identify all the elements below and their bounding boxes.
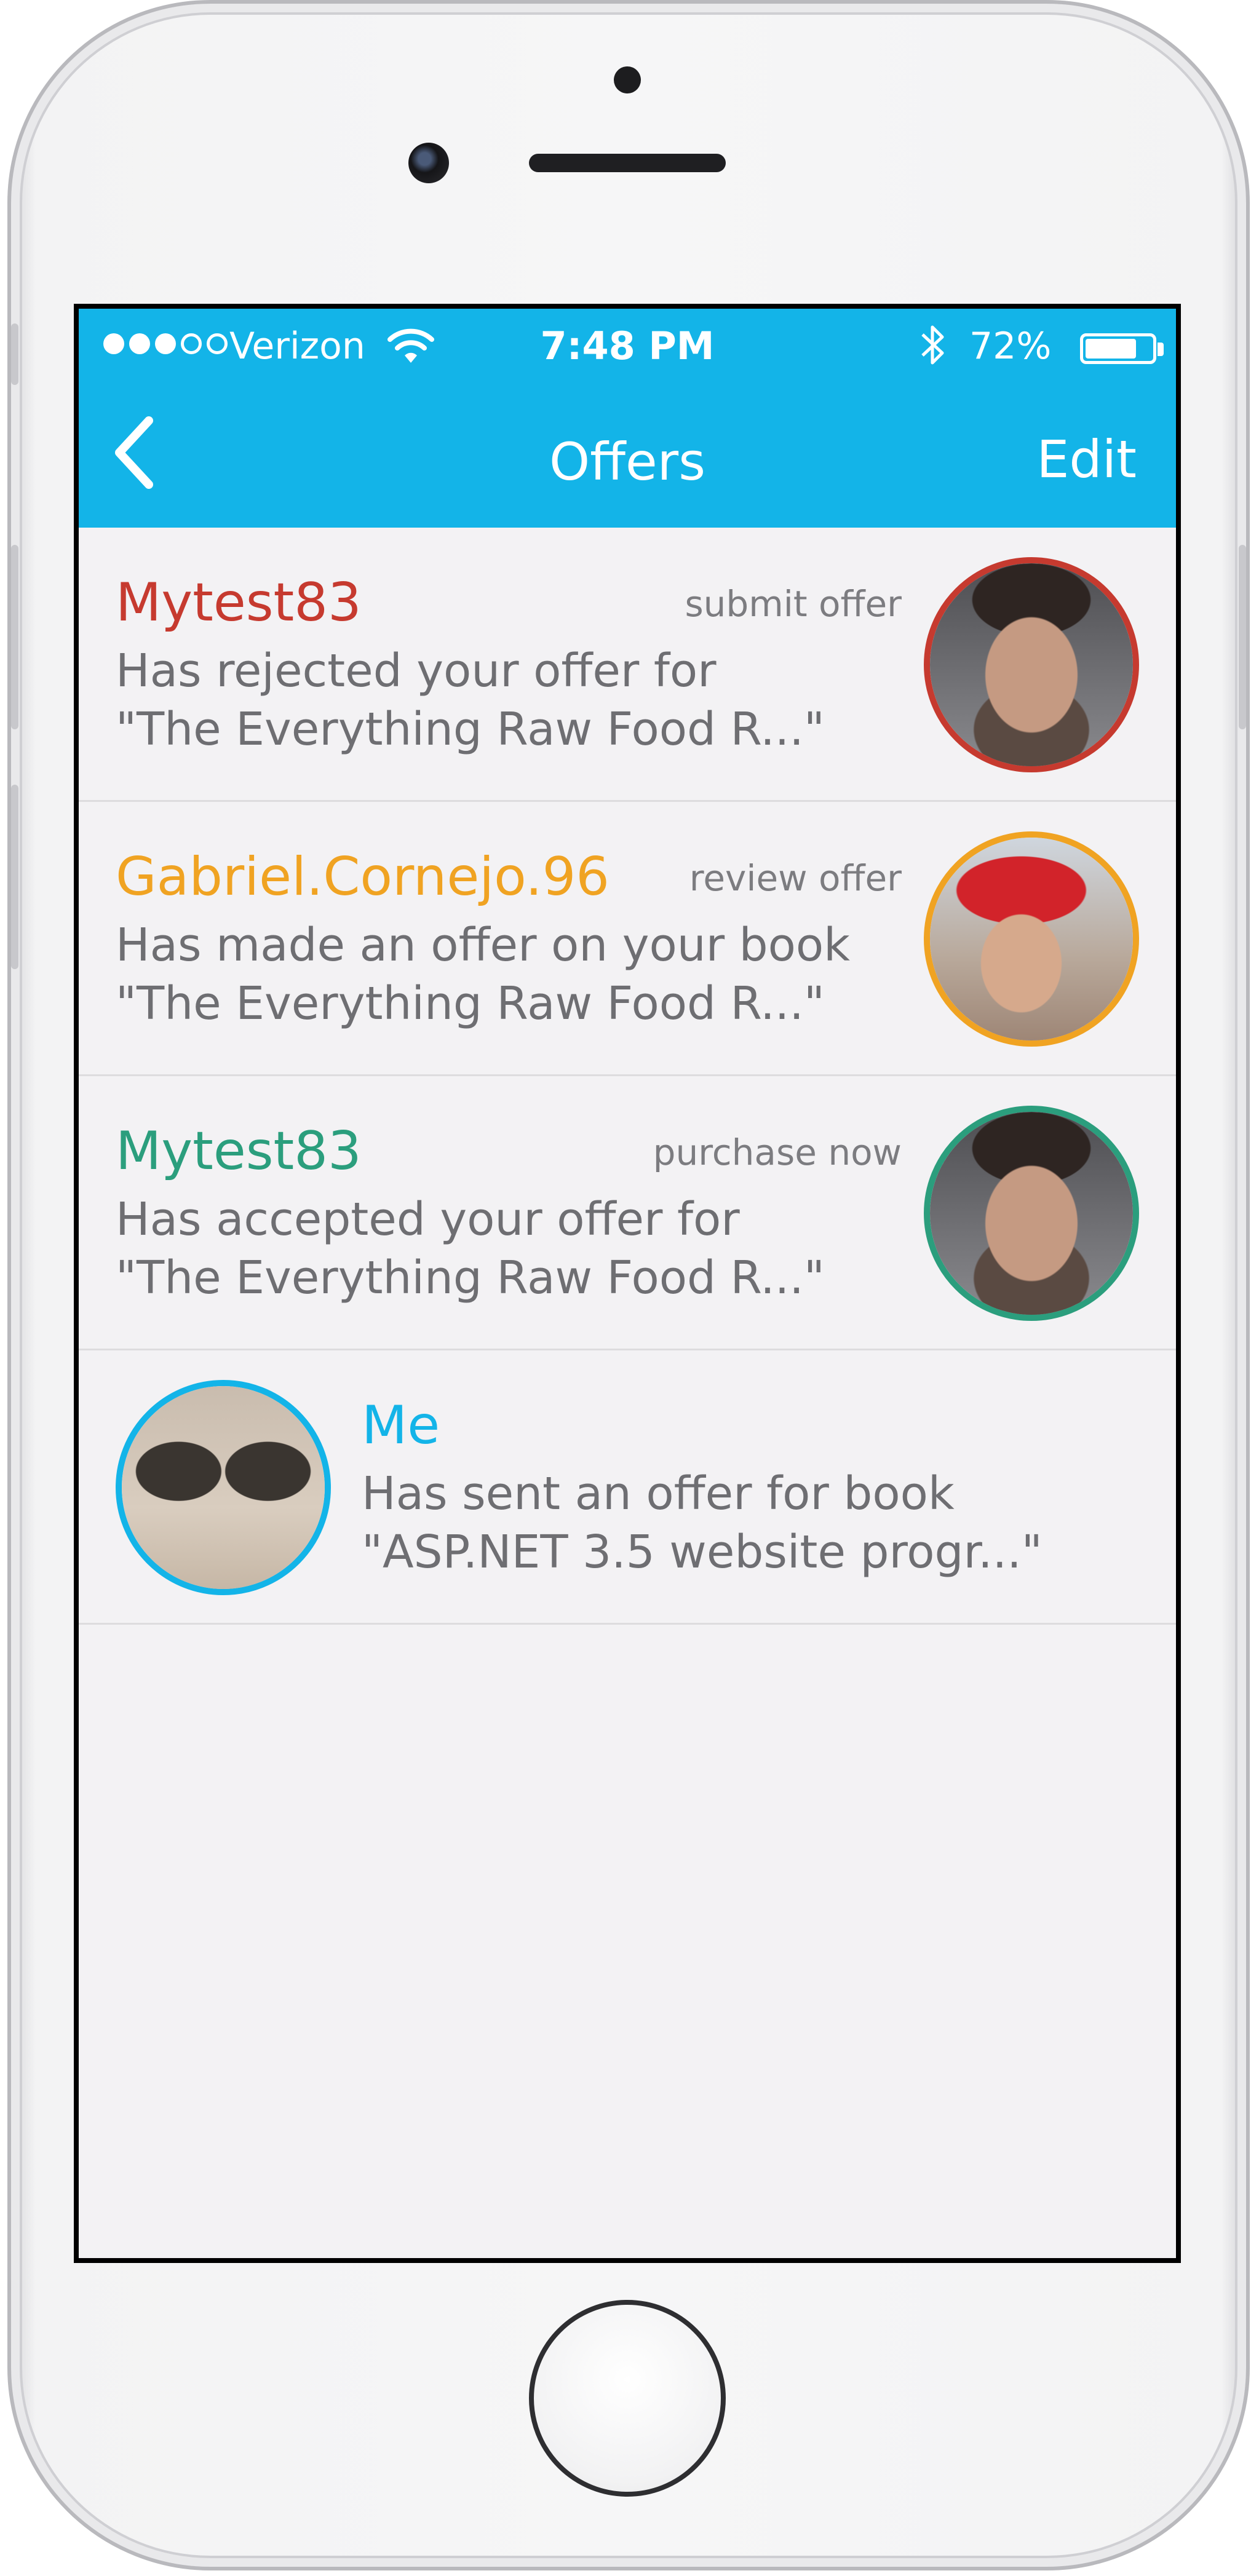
battery-cap bbox=[1158, 343, 1164, 356]
screen-content: Verizon 7:48 PM 72% Offers Edit Mytest83… bbox=[79, 309, 1176, 2258]
offer-message: Has sent an offer for book bbox=[362, 1467, 955, 1520]
user-photo bbox=[930, 1112, 1133, 1315]
offer-row[interactable]: Gabriel.Cornejo.96 review offer Has made… bbox=[79, 802, 1176, 1076]
offers-list: Mytest83 submit offer Has rejected your … bbox=[79, 528, 1176, 1625]
offer-username[interactable]: Mytest83 bbox=[116, 572, 362, 633]
user-photo bbox=[930, 563, 1133, 766]
user-photo bbox=[930, 838, 1133, 1040]
power-button bbox=[1239, 545, 1246, 729]
app-header: Verizon 7:48 PM 72% Offers Edit bbox=[79, 309, 1176, 528]
battery-percentage: 72% bbox=[969, 325, 1052, 368]
offer-row[interactable]: Mytest83 purchase now Has accepted your … bbox=[79, 1076, 1176, 1350]
battery-fill bbox=[1086, 339, 1137, 359]
home-button[interactable] bbox=[529, 2300, 726, 2497]
offer-row[interactable]: Me Has sent an offer for book "ASP.NET 3… bbox=[79, 1350, 1176, 1625]
volume-down-button bbox=[11, 785, 18, 969]
offer-username[interactable]: Mytest83 bbox=[116, 1120, 362, 1182]
battery-icon bbox=[1080, 333, 1156, 364]
submit-offer-button[interactable]: submit offer bbox=[685, 583, 902, 625]
offer-book-title: "ASP.NET 3.5 website progr..." bbox=[362, 1526, 1043, 1579]
edit-button[interactable]: Edit bbox=[1036, 429, 1137, 489]
screen: Verizon 7:48 PM 72% Offers Edit Mytest83… bbox=[74, 304, 1181, 2263]
user-photo bbox=[122, 1386, 325, 1589]
offer-book-title: "The Everything Raw Food R..." bbox=[116, 703, 825, 756]
offer-row[interactable]: Mytest83 submit offer Has rejected your … bbox=[79, 528, 1176, 802]
page-title: Offers bbox=[549, 432, 705, 492]
offer-book-title: "The Everything Raw Food R..." bbox=[116, 977, 825, 1030]
mute-switch bbox=[11, 323, 18, 385]
proximity-sensor bbox=[614, 66, 641, 93]
navigation-bar: Offers Edit bbox=[79, 382, 1176, 528]
offer-username[interactable]: Gabriel.Cornejo.96 bbox=[116, 846, 610, 908]
offer-book-title: "The Everything Raw Food R..." bbox=[116, 1251, 825, 1304]
volume-up-button bbox=[11, 545, 18, 729]
avatar[interactable] bbox=[924, 831, 1139, 1047]
status-bar: Verizon 7:48 PM 72% bbox=[79, 309, 1176, 382]
avatar[interactable] bbox=[924, 557, 1139, 772]
offer-message: Has rejected your offer for bbox=[116, 644, 717, 697]
review-offer-button[interactable]: review offer bbox=[689, 857, 902, 899]
offer-message: Has accepted your offer for bbox=[116, 1193, 740, 1246]
bluetooth-icon bbox=[921, 325, 944, 365]
offer-message: Has made an offer on your book bbox=[116, 919, 851, 972]
offer-username[interactable]: Me bbox=[362, 1395, 440, 1456]
avatar[interactable] bbox=[116, 1380, 331, 1595]
purchase-now-button[interactable]: purchase now bbox=[653, 1131, 902, 1173]
earpiece-speaker bbox=[529, 154, 726, 172]
front-camera-icon bbox=[408, 143, 449, 183]
avatar[interactable] bbox=[924, 1106, 1139, 1321]
